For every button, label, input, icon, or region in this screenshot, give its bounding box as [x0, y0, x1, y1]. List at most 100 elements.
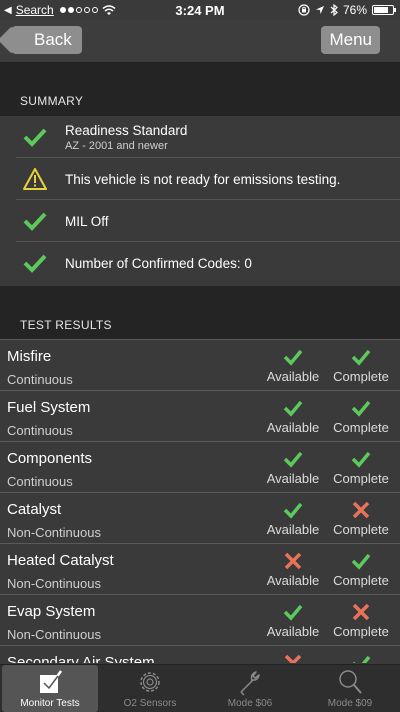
- back-button[interactable]: Back: [12, 26, 82, 54]
- tab-label: O2 Sensors: [123, 698, 177, 709]
- magnifier-icon: [339, 670, 362, 694]
- complete-status: Complete: [326, 499, 396, 537]
- available-label: Available: [266, 420, 320, 435]
- tab-label: Monitor Tests: [20, 698, 80, 709]
- check-icon: [258, 601, 328, 623]
- test-type: Non-Continuous: [7, 576, 101, 591]
- summary-header: SUMMARY: [0, 62, 400, 116]
- complete-label: Complete: [333, 624, 389, 639]
- test-name: Catalyst: [7, 501, 62, 518]
- test-row[interactable]: Secondary Air System AvailableComplete: [0, 645, 400, 663]
- checkbox-icon: [40, 670, 63, 693]
- available-label: Available: [266, 471, 320, 486]
- check-icon: [326, 346, 396, 368]
- available-status: Available: [258, 652, 328, 663]
- tab-monitor-tests[interactable]: Monitor Tests: [2, 665, 98, 712]
- check-icon: [326, 550, 396, 572]
- available-label: Available: [266, 369, 320, 384]
- tab-o2-sensors[interactable]: O2 Sensors: [100, 665, 200, 712]
- available-status: Available: [258, 601, 328, 639]
- test-name: Fuel System: [7, 399, 91, 416]
- complete-status: Complete: [326, 601, 396, 639]
- check-icon: [22, 124, 48, 150]
- available-status: Available: [258, 397, 328, 435]
- test-type: Non-Continuous: [7, 627, 101, 642]
- battery-icon: [372, 5, 396, 15]
- test-row[interactable]: Fuel System Continuous Available Complete: [0, 390, 400, 441]
- check-icon: [22, 208, 48, 234]
- check-icon: [258, 499, 328, 521]
- test-results-header: TEST RESULTS: [0, 286, 400, 339]
- tab-label: Mode $06: [227, 698, 273, 709]
- navigation-bar: Back Menu: [0, 20, 400, 62]
- tab-mode-06[interactable]: Mode $06: [200, 665, 300, 712]
- location-icon: [315, 6, 324, 14]
- test-type: Continuous: [7, 423, 73, 438]
- complete-status: Complete: [326, 346, 396, 384]
- check-icon: [258, 448, 328, 470]
- status-right: 76%: [298, 3, 396, 17]
- test-name: Components: [7, 450, 93, 467]
- summary-row-mil: MIL Off: [16, 200, 400, 242]
- available-label: Available: [266, 573, 320, 588]
- test-name: Evap System: [7, 603, 96, 620]
- wrench-icon: [240, 671, 260, 696]
- complete-status: Complete: [326, 448, 396, 486]
- check-icon: [258, 397, 328, 419]
- summary-title: Number of Confirmed Codes: 0: [65, 255, 252, 271]
- test-type: Continuous: [7, 474, 73, 489]
- test-row[interactable]: Catalyst Non-Continuous Available Complete: [0, 492, 400, 543]
- test-row[interactable]: Heated Catalyst Non-Continuous Available Co…: [0, 543, 400, 594]
- cross-icon: [258, 652, 328, 663]
- cross-icon: [258, 550, 328, 572]
- bluetooth-icon: [330, 4, 338, 16]
- menu-button[interactable]: Menu: [321, 26, 380, 54]
- available-label: Available: [266, 624, 320, 639]
- complete-label: Complete: [333, 573, 389, 588]
- test-row[interactable]: Components Continuous Available Complete: [0, 441, 400, 492]
- orientation-lock-icon: [298, 4, 310, 16]
- tab-mode-09[interactable]: Mode $09: [300, 665, 400, 712]
- available-status: Available: [258, 499, 328, 537]
- test-type: Continuous: [7, 372, 73, 387]
- summary-subtitle: AZ - 2001 and newer: [65, 139, 168, 152]
- available-status: Available: [258, 448, 328, 486]
- summary-list: Readiness Standard AZ - 2001 and newer T…: [0, 116, 400, 284]
- tab-bar: Monitor Tests O2 Sensors Mode $06 Mode $…: [0, 664, 400, 712]
- test-row[interactable]: Misfire Continuous Available Complete: [0, 339, 400, 390]
- complete-label: Complete: [333, 420, 389, 435]
- warning-icon: [22, 166, 48, 192]
- summary-title: This vehicle is not ready for emissions …: [65, 171, 341, 187]
- gear-icon: [140, 672, 160, 692]
- cross-icon: [326, 499, 396, 521]
- complete-label: Complete: [333, 471, 389, 486]
- summary-row-not-ready: This vehicle is not ready for emissions …: [16, 158, 400, 200]
- cross-icon: [326, 601, 396, 623]
- check-icon: [326, 652, 396, 663]
- test-results-list[interactable]: Misfire Continuous Available Complete Fuel S…: [0, 339, 400, 663]
- summary-title: MIL Off: [65, 213, 109, 229]
- complete-label: Complete: [333, 369, 389, 384]
- test-name: Misfire: [7, 348, 52, 365]
- test-type: Non-Continuous: [7, 525, 101, 540]
- check-icon: [258, 346, 328, 368]
- available-status: Available: [258, 346, 328, 384]
- complete-status: Complete: [326, 550, 396, 588]
- available-status: Available: [258, 550, 328, 588]
- test-name: Heated Catalyst: [7, 552, 114, 569]
- status-bar: ◀ Search 3:24 PM 76%: [0, 0, 400, 20]
- tab-label: Mode $09: [327, 698, 373, 709]
- available-label: Available: [266, 522, 320, 537]
- summary-row-readiness: Readiness Standard AZ - 2001 and newer: [16, 116, 400, 158]
- summary-title: Readiness Standard: [65, 122, 188, 138]
- summary-row-codes: Number of Confirmed Codes: 0: [16, 242, 400, 284]
- back-button-label: Back: [34, 30, 72, 49]
- battery-percent: 76%: [342, 3, 367, 17]
- test-name: Secondary Air System: [7, 654, 155, 663]
- check-icon: [326, 448, 396, 470]
- complete-status: Complete: [326, 397, 396, 435]
- test-row[interactable]: Evap System Non-Continuous Available Comple…: [0, 594, 400, 645]
- complete-label: Complete: [333, 522, 389, 537]
- complete-status: Complete: [326, 652, 396, 663]
- check-icon: [22, 250, 48, 276]
